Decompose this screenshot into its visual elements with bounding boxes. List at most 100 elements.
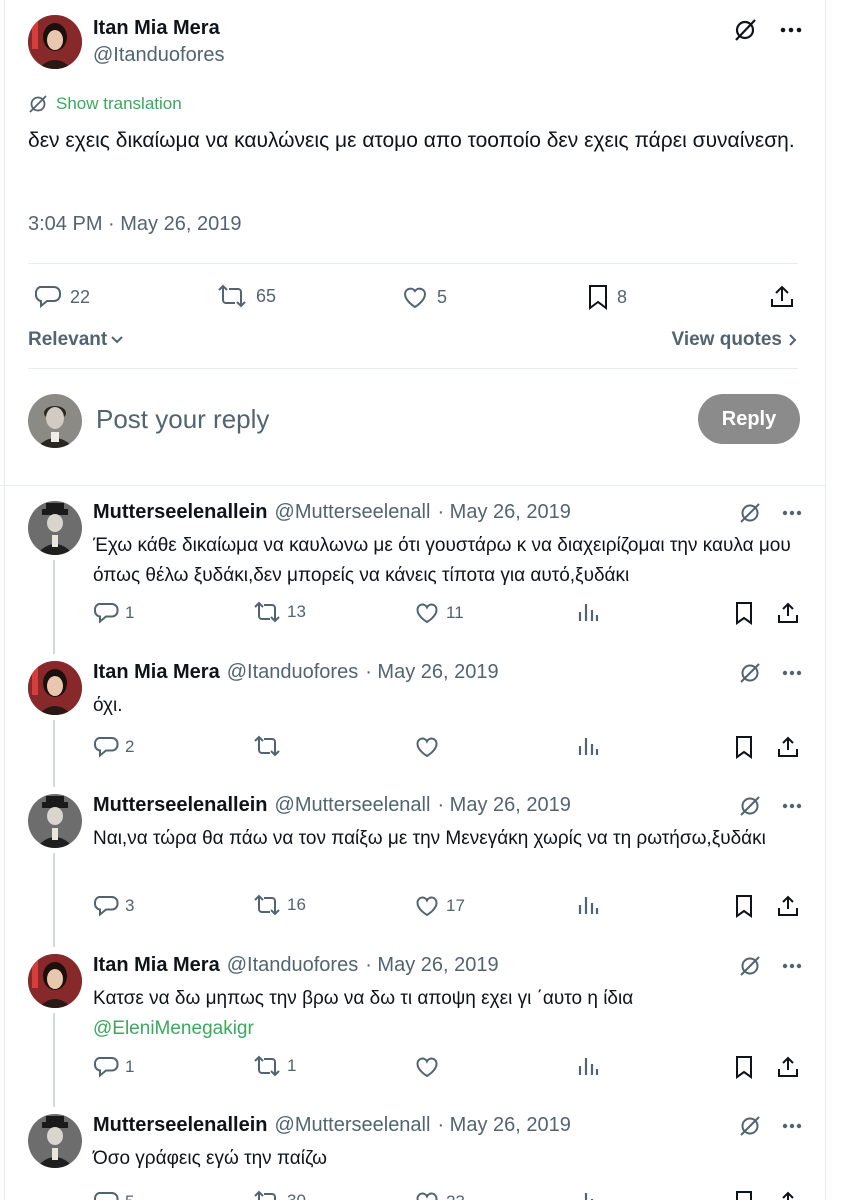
like-action[interactable]: 11 — [414, 601, 464, 625]
share-action[interactable] — [776, 1190, 800, 1200]
more-icon[interactable] — [782, 1123, 802, 1129]
grok-icon[interactable] — [738, 661, 762, 685]
reply-author-name[interactable]: Itan Mia Mera — [93, 954, 220, 977]
like-count: 11 — [446, 603, 464, 622]
bookmark-count: 8 — [617, 286, 628, 307]
grok-icon[interactable] — [738, 501, 762, 525]
reply-icon — [93, 601, 119, 625]
reply-avatar[interactable] — [28, 501, 82, 555]
like-action[interactable]: 17 — [414, 894, 465, 918]
grok-icon[interactable] — [732, 17, 758, 43]
reply-date[interactable]: · May 26, 2019 — [437, 794, 570, 817]
like-action[interactable] — [414, 1055, 446, 1079]
views-action[interactable] — [577, 735, 599, 757]
reply-item[interactable]: Mutterseelenallein @Mutterseelenall · Ma… — [0, 794, 826, 918]
reply-author-name[interactable]: Mutterseelenallein — [93, 794, 268, 817]
reply-author-name[interactable]: Mutterseelenallein — [93, 501, 268, 524]
bookmark-action[interactable] — [734, 735, 754, 759]
author-avatar[interactable] — [28, 15, 82, 69]
views-action[interactable] — [577, 1055, 599, 1077]
repost-icon — [253, 1190, 281, 1200]
reply-author-handle[interactable]: @Mutterseelenall — [275, 1114, 431, 1137]
more-icon[interactable] — [782, 510, 802, 516]
repost-action[interactable] — [253, 735, 287, 757]
reply-actions: 5 30 23 — [93, 1190, 802, 1200]
reply-action[interactable]: 1 — [93, 601, 134, 625]
view-quotes-link[interactable]: View quotes — [671, 329, 798, 351]
repost-icon — [253, 601, 281, 623]
bookmark-action[interactable] — [734, 894, 754, 918]
reply-item[interactable]: Mutterseelenallein @Mutterseelenall · Ma… — [0, 1114, 826, 1200]
reply-text-body: Ναι,να τώρα θα πάω να τον παίξω με την Μ… — [93, 828, 766, 849]
mention-link[interactable]: @EleniMenegakigr — [93, 1018, 254, 1039]
repost-action[interactable]: 30 — [253, 1190, 306, 1200]
reply-stat[interactable]: 22 — [34, 284, 90, 310]
more-icon[interactable] — [780, 27, 802, 33]
reply-input[interactable]: Post your reply — [96, 404, 269, 435]
reply-date[interactable]: · May 26, 2019 — [365, 954, 498, 977]
reply-count: 1 — [125, 1057, 135, 1076]
grok-icon[interactable] — [738, 1114, 762, 1138]
views-action[interactable] — [577, 601, 599, 623]
like-icon — [414, 735, 440, 759]
views-action[interactable] — [577, 1190, 599, 1200]
reply-count: 3 — [125, 896, 135, 915]
share-action[interactable] — [776, 894, 800, 918]
reply-button[interactable]: Reply — [698, 394, 800, 444]
reply-author-name[interactable]: Itan Mia Mera — [93, 661, 220, 684]
views-action[interactable] — [577, 894, 599, 916]
share-icon — [776, 601, 800, 625]
reply-author-handle[interactable]: @Itanduofores — [227, 954, 359, 977]
tweet-timestamp[interactable]: 3:04 PM · May 26, 2019 — [28, 213, 241, 236]
grok-icon[interactable] — [738, 954, 762, 978]
more-icon[interactable] — [782, 670, 802, 676]
show-translation-link[interactable]: Show translation — [28, 94, 182, 114]
bookmark-action[interactable] — [734, 601, 754, 625]
share-action[interactable] — [776, 601, 800, 625]
author-name[interactable]: Itan Mia Mera — [93, 17, 225, 40]
more-icon[interactable] — [782, 963, 802, 969]
repost-action[interactable]: 1 — [253, 1055, 296, 1077]
reply-date[interactable]: · May 26, 2019 — [437, 501, 570, 524]
reply-action[interactable]: 2 — [93, 735, 134, 759]
reply-text: Κατσε να δω μηπως την βρω να δω τι αποψη… — [93, 984, 813, 1044]
more-icon[interactable] — [782, 803, 802, 809]
user-avatar[interactable] — [28, 394, 82, 448]
share-action[interactable] — [776, 735, 800, 759]
repost-action[interactable]: 13 — [253, 601, 306, 623]
share-button[interactable] — [769, 284, 795, 310]
reply-item[interactable]: Itan Mia Mera @Itanduofores · May 26, 20… — [0, 954, 826, 1079]
grok-icon[interactable] — [738, 794, 762, 818]
reply-action[interactable]: 5 — [93, 1190, 134, 1200]
reply-date[interactable]: · May 26, 2019 — [365, 661, 498, 684]
bookmark-action[interactable] — [734, 1190, 754, 1200]
reply-author-handle[interactable]: @Mutterseelenall — [275, 794, 431, 817]
reply-text: όχι. — [93, 691, 813, 721]
reply-avatar[interactable] — [28, 954, 82, 1008]
like-stat[interactable]: 5 — [401, 284, 447, 310]
reply-item[interactable]: Itan Mia Mera @Itanduofores · May 26, 20… — [0, 661, 826, 761]
repost-action[interactable]: 16 — [253, 894, 306, 916]
reply-icon — [93, 1055, 119, 1079]
author-handle[interactable]: @Itanduofores — [93, 44, 225, 67]
reply-avatar[interactable] — [28, 661, 82, 715]
reply-author-handle[interactable]: @Mutterseelenall — [275, 501, 431, 524]
share-action[interactable] — [776, 1055, 800, 1079]
repost-stat[interactable]: 65 — [216, 284, 276, 308]
reply-avatar[interactable] — [28, 1114, 82, 1168]
bookmark-action[interactable] — [734, 1055, 754, 1079]
view-quotes-label: View quotes — [671, 329, 782, 350]
like-action[interactable]: 23 — [414, 1190, 465, 1200]
bookmark-stat[interactable]: 8 — [587, 284, 627, 310]
reply-text-body: όχι. — [93, 695, 123, 716]
reply-item[interactable]: Mutterseelenallein @Mutterseelenall · Ma… — [0, 501, 826, 625]
reply-author-name[interactable]: Mutterseelenallein — [93, 1114, 268, 1137]
bookmark-icon — [734, 894, 754, 918]
reply-action[interactable]: 1 — [93, 1055, 134, 1079]
reply-date[interactable]: · May 26, 2019 — [437, 1114, 570, 1137]
like-action[interactable] — [414, 735, 446, 759]
reply-author-handle[interactable]: @Itanduofores — [227, 661, 359, 684]
sort-relevant-dropdown[interactable]: Relevant — [28, 329, 124, 351]
reply-avatar[interactable] — [28, 794, 82, 848]
reply-action[interactable]: 3 — [93, 894, 134, 918]
